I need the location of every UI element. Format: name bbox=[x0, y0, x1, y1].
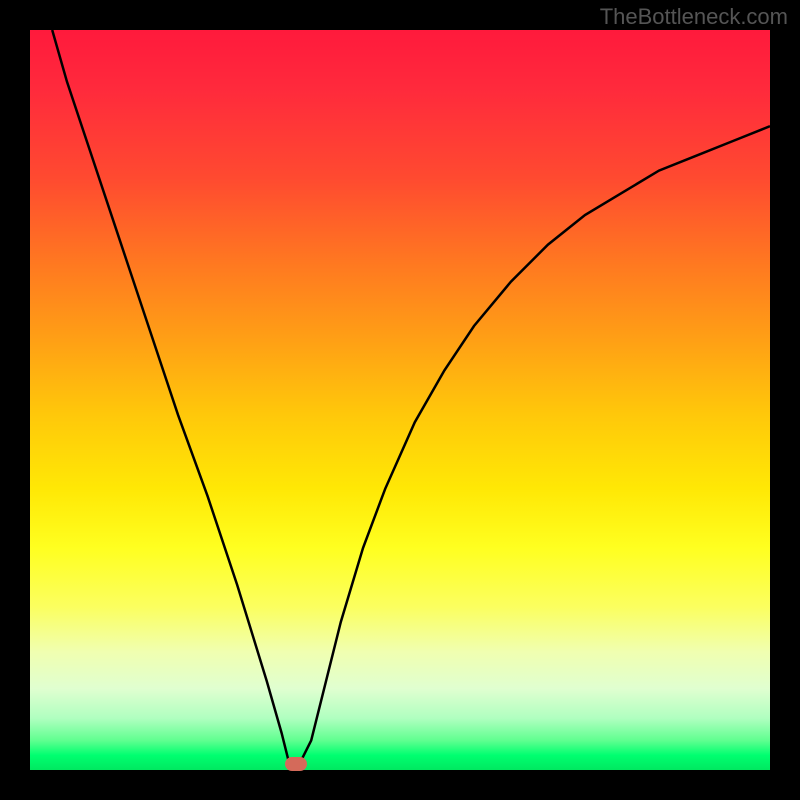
bottleneck-curve-path bbox=[52, 30, 770, 770]
optimal-point-marker bbox=[285, 757, 307, 771]
watermark-text: TheBottleneck.com bbox=[600, 4, 788, 30]
bottleneck-curve-svg bbox=[30, 30, 770, 770]
